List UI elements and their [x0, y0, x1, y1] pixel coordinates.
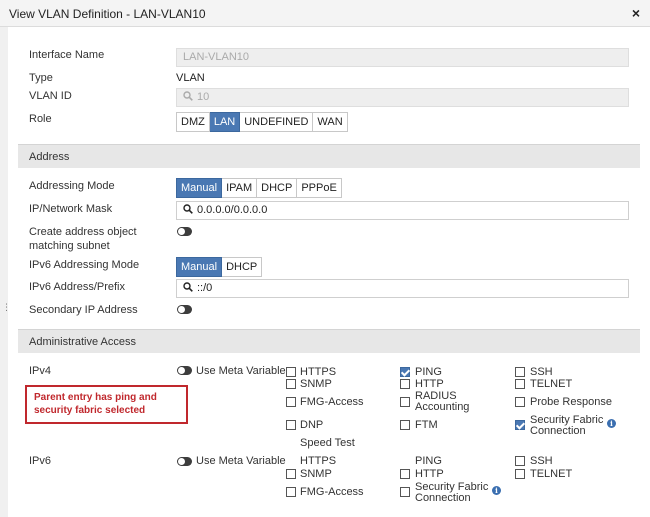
ipv6-mode-dhcp[interactable]: DHCP	[222, 257, 263, 277]
search-icon	[183, 204, 193, 214]
ipv6-http-label: HTTP	[415, 468, 444, 480]
ip-mask-input[interactable]: 0.0.0.0/0.0.0.0	[176, 201, 629, 220]
annotation-text: Parent entry has ping and security fabri…	[34, 392, 157, 416]
interface-name-value: LAN-VLAN10	[183, 51, 250, 63]
create-object-toggle[interactable]	[177, 227, 192, 236]
ipv6-prefix-input[interactable]: ::/0	[176, 279, 629, 298]
ipv6-meta-variable-label: Use Meta Variable	[196, 455, 286, 467]
ipv4-label: IPv4	[29, 365, 52, 377]
interface-name-label: Interface Name	[29, 49, 105, 61]
ipv6-fmg-access-checkbox[interactable]	[286, 487, 296, 497]
ipv4-security-fabric-checkbox[interactable]	[515, 420, 525, 430]
ipv6-ping-label: PING	[415, 455, 442, 467]
admin-access-section-title: Administrative Access	[29, 336, 136, 348]
ipv6-label: IPv6	[29, 455, 52, 467]
ipv6-security-fabric-checkbox[interactable]	[400, 487, 410, 497]
vlan-id-label: VLAN ID	[29, 90, 72, 102]
addressing-mode-label: Addressing Mode	[29, 180, 115, 192]
search-icon	[183, 282, 193, 292]
addressing-mode-ipam[interactable]: IPAM	[222, 178, 258, 198]
ipv6-meta-variable-toggle[interactable]	[177, 457, 192, 466]
ip-mask-value: 0.0.0.0/0.0.0.0	[197, 204, 268, 216]
info-icon[interactable]: i	[492, 486, 501, 495]
ipv6-https-label: HTTPS	[300, 455, 337, 467]
ipv4-ftm-label: FTM	[415, 419, 438, 431]
ipv4-ssh-checkbox[interactable]	[515, 367, 525, 377]
type-value: VLAN	[176, 72, 205, 84]
admin-access-section-header: Administrative Access	[18, 329, 640, 353]
ipv4-telnet-checkbox[interactable]	[515, 379, 525, 389]
dialog-title: View VLAN Definition - LAN-VLAN10	[9, 7, 206, 21]
ipv6-prefix-value: ::/0	[197, 282, 213, 294]
ipv4-ssh-label: SSH	[530, 366, 553, 378]
ipv4-radius-accounting-checkbox[interactable]	[400, 397, 410, 407]
dialog-body: Interface Name LAN-VLAN10 Type VLAN VLAN…	[8, 27, 650, 517]
info-icon[interactable]: i	[607, 419, 616, 428]
interface-name-field: LAN-VLAN10	[176, 48, 629, 67]
ipv6-fmg-access-label: FMG-Access	[300, 486, 364, 498]
ipv4-http-checkbox[interactable]	[400, 379, 410, 389]
ipv4-https-label: HTTPS	[300, 366, 337, 378]
dialog-titlebar: View VLAN Definition - LAN-VLAN10 ×	[0, 0, 650, 27]
ipv4-https-checkbox[interactable]	[286, 367, 296, 377]
role-option-undefined[interactable]: UNDEFINED	[240, 112, 314, 132]
resize-gutter[interactable]: ⋮	[0, 27, 11, 517]
ipv6-connection-label: Connection	[415, 492, 471, 504]
ipv4-dnp-label: DNP	[300, 419, 324, 431]
address-section-title: Address	[29, 151, 70, 163]
ipv4-meta-variable-label: Use Meta Variable	[196, 365, 286, 377]
vlan-id-field: 10	[176, 88, 629, 107]
close-icon[interactable]: ×	[632, 6, 640, 20]
create-object-label-line1: Create address object	[29, 226, 137, 238]
role-selector: DMZ LAN UNDEFINED WAN	[176, 112, 348, 132]
ipv4-snmp-checkbox[interactable]	[286, 379, 296, 389]
role-label: Role	[29, 113, 52, 125]
annotation-callout: Parent entry has ping and security fabri…	[25, 385, 188, 424]
ipv4-fmg-access-checkbox[interactable]	[286, 397, 296, 407]
addressing-mode-selector: Manual IPAM DHCP PPPoE	[176, 178, 342, 198]
ipv6-snmp-checkbox[interactable]	[286, 469, 296, 479]
ipv4-connection-label: Connection	[530, 425, 586, 437]
address-section-header: Address	[18, 144, 640, 168]
create-object-label-line2: matching subnet	[29, 240, 110, 252]
ipv4-accounting-label: Accounting	[415, 401, 470, 413]
ipv4-probe-response-checkbox[interactable]	[515, 397, 525, 407]
ipv6-prefix-label: IPv6 Address/Prefix	[29, 281, 125, 293]
secondary-ip-label: Secondary IP Address	[29, 304, 138, 316]
ipv4-ping-checkbox[interactable]	[400, 367, 410, 377]
ipv6-http-checkbox[interactable]	[400, 469, 410, 479]
vlan-id-value: 10	[197, 91, 210, 103]
ipv4-ping-label: PING	[415, 366, 442, 378]
ipv4-telnet-label: TELNET	[530, 378, 573, 390]
ip-mask-label: IP/Network Mask	[29, 203, 113, 215]
type-label: Type	[29, 72, 53, 84]
ipv6-ssh-checkbox[interactable]	[515, 456, 525, 466]
ipv4-ftm-checkbox[interactable]	[400, 420, 410, 430]
addressing-mode-dhcp[interactable]: DHCP	[257, 178, 298, 198]
role-option-wan[interactable]: WAN	[313, 112, 348, 132]
ipv6-mode-selector: Manual DHCP	[176, 257, 263, 277]
ipv4-snmp-label: SNMP	[300, 378, 332, 390]
ipv6-mode-manual[interactable]: Manual	[176, 257, 223, 277]
addressing-mode-manual[interactable]: Manual	[176, 178, 223, 198]
ipv4-probe-response-label: Probe Response	[530, 396, 612, 408]
search-icon	[183, 91, 193, 101]
addressing-mode-pppoe[interactable]: PPPoE	[297, 178, 342, 198]
ipv4-meta-variable-toggle[interactable]	[177, 366, 192, 375]
role-option-lan[interactable]: LAN	[209, 112, 241, 132]
ipv4-dnp-checkbox[interactable]	[286, 420, 296, 430]
ipv4-speed-test-label: Speed Test	[300, 437, 355, 449]
ipv6-telnet-checkbox[interactable]	[515, 469, 525, 479]
ipv4-http-label: HTTP	[415, 378, 444, 390]
ipv6-snmp-label: SNMP	[300, 468, 332, 480]
ipv6-mode-label: IPv6 Addressing Mode	[29, 259, 140, 271]
ipv6-telnet-label: TELNET	[530, 468, 573, 480]
ipv6-ssh-label: SSH	[530, 455, 553, 467]
secondary-ip-toggle[interactable]	[177, 305, 192, 314]
ipv4-fmg-access-label: FMG-Access	[300, 396, 364, 408]
role-option-dmz[interactable]: DMZ	[176, 112, 210, 132]
